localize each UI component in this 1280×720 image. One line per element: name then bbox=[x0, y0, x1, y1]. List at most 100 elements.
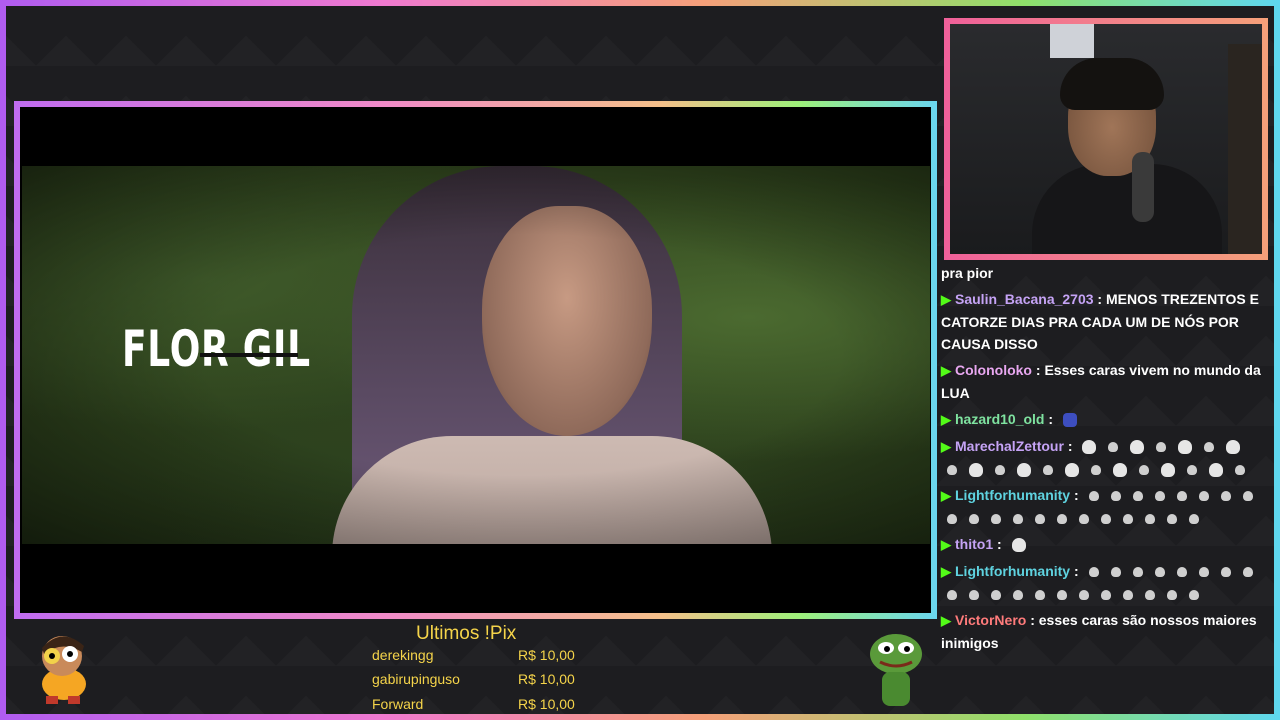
chat-message: ▶ MarechalZettour : bbox=[941, 435, 1261, 480]
emote-icon bbox=[1209, 463, 1223, 478]
emote-icon bbox=[1065, 463, 1079, 478]
emote-icon bbox=[1176, 567, 1187, 578]
emote-icon bbox=[1079, 514, 1089, 525]
chat-username[interactable]: VictorNero bbox=[955, 612, 1026, 628]
emote-icon bbox=[1242, 491, 1253, 502]
emote-icon bbox=[1204, 442, 1215, 453]
emote-icon bbox=[1198, 567, 1209, 578]
emote-icon bbox=[1139, 465, 1149, 476]
chat-message-text: : bbox=[1067, 438, 1073, 454]
kick-badge-icon: ▶ bbox=[941, 439, 951, 454]
chat-message-text: : bbox=[1074, 487, 1079, 503]
emote-icon bbox=[1132, 567, 1143, 578]
chat-message: ▶ thito1 : bbox=[941, 533, 1261, 556]
emote-icon bbox=[1110, 491, 1121, 502]
chat-message-text: : bbox=[1048, 411, 1054, 427]
emote-icon bbox=[1088, 567, 1099, 578]
emote-icon bbox=[1167, 514, 1177, 525]
chat-message-text: : bbox=[1074, 563, 1079, 579]
emote-icon bbox=[969, 514, 979, 525]
streamer-hair bbox=[1060, 58, 1164, 110]
emote-icon bbox=[1226, 440, 1241, 455]
emote-icon bbox=[1242, 567, 1253, 578]
chat-message-text: pra pior bbox=[941, 265, 994, 281]
emote-icon bbox=[1079, 590, 1089, 601]
chat-message: ▶ VictorNero : esses caras são nossos mai… bbox=[941, 609, 1261, 654]
emote-icon bbox=[1123, 590, 1133, 601]
emote-icon bbox=[1017, 463, 1031, 478]
emote-icon bbox=[1161, 463, 1175, 478]
kick-badge-icon: ▶ bbox=[941, 488, 951, 503]
emote-icon bbox=[1154, 491, 1165, 502]
emote-icon bbox=[1088, 491, 1099, 502]
kick-badge-icon: ▶ bbox=[941, 363, 951, 378]
emote-icon bbox=[1013, 514, 1023, 525]
emote-icon bbox=[995, 465, 1005, 476]
emote-icon bbox=[1013, 590, 1023, 601]
emote-icon bbox=[1113, 463, 1127, 478]
chat-message-text: : bbox=[997, 536, 1002, 552]
emote-icon bbox=[1189, 514, 1199, 525]
emote-icon bbox=[1178, 440, 1193, 455]
emote-icon bbox=[1082, 440, 1097, 455]
emote-icon bbox=[947, 590, 957, 601]
chat-message: ▶ Lightforhumanity : bbox=[941, 560, 1261, 605]
pix-donor-name: derekingg bbox=[372, 647, 434, 663]
emote-icon bbox=[1110, 567, 1121, 578]
emote-icon bbox=[1156, 442, 1167, 453]
chat-username[interactable]: Saulin_Bacana_2703 bbox=[955, 291, 1094, 307]
video-overlay-title: FLOR GIL bbox=[122, 320, 311, 378]
chat-username[interactable]: Lightforhumanity bbox=[955, 563, 1070, 579]
kick-badge-icon: ▶ bbox=[941, 412, 951, 427]
chat-username[interactable]: Lightforhumanity bbox=[955, 487, 1070, 503]
emote-icon bbox=[1145, 514, 1155, 525]
chat-message: pra pior bbox=[941, 262, 1261, 284]
emote-icon bbox=[991, 514, 1001, 525]
chat-message: ▶ hazard10_old : bbox=[941, 408, 1261, 431]
chat-message: ▶ Saulin_Bacana_2703 : MENOS TREZENTOS E … bbox=[941, 288, 1261, 355]
kick-badge-icon: ▶ bbox=[941, 613, 951, 628]
emote-icon bbox=[1101, 590, 1111, 601]
emote-icon bbox=[1035, 514, 1045, 525]
kick-badge-icon: ▶ bbox=[941, 292, 951, 307]
kick-badge-icon: ▶ bbox=[941, 537, 951, 552]
chat-username[interactable]: thito1 bbox=[955, 536, 993, 552]
emote-icon bbox=[1011, 538, 1026, 553]
emote-icon bbox=[1091, 465, 1101, 476]
emote-icon bbox=[1062, 413, 1077, 428]
chat-username[interactable]: Colonoloko bbox=[955, 362, 1032, 378]
pepe-frog-icon bbox=[870, 634, 922, 706]
webcam-background-box bbox=[1050, 24, 1094, 58]
title-underline bbox=[200, 353, 298, 357]
pix-amount: R$ 10,00 bbox=[518, 696, 575, 712]
emote-icon bbox=[1198, 491, 1209, 502]
webcam-shelf bbox=[1228, 44, 1262, 254]
emote-icon bbox=[1101, 514, 1111, 525]
emote-icon bbox=[1176, 491, 1187, 502]
emote-icon bbox=[969, 590, 979, 601]
emote-icon bbox=[969, 463, 983, 478]
emote-icon bbox=[1154, 567, 1165, 578]
emote-icon bbox=[1057, 514, 1067, 525]
chat-message: ▶ Lightforhumanity : bbox=[941, 484, 1261, 529]
chat-panel: pra pior ▶ Saulin_Bacana_2703 : MENOS TRE… bbox=[941, 262, 1261, 658]
pix-title: Ultimos !Pix bbox=[416, 623, 517, 644]
pix-amount: R$ 10,00 bbox=[518, 647, 575, 663]
emote-icon bbox=[947, 514, 957, 525]
emote-icon bbox=[1043, 465, 1053, 476]
emote-icon bbox=[1035, 590, 1045, 601]
chat-message: ▶ Colonoloko : Esses caras vivem no mundo… bbox=[941, 359, 1261, 404]
emote-icon bbox=[1189, 590, 1199, 601]
emote-icon bbox=[991, 590, 1001, 601]
emote-icon bbox=[1130, 440, 1145, 455]
chat-username[interactable]: hazard10_old bbox=[955, 411, 1044, 427]
pix-donor-name: gabirupinguso bbox=[372, 671, 460, 687]
chat-username[interactable]: MarechalZettour bbox=[955, 438, 1064, 454]
emote-icon bbox=[1132, 491, 1143, 502]
emote-icon bbox=[1187, 465, 1197, 476]
emote-icon bbox=[1145, 590, 1155, 601]
emote-icon bbox=[1235, 465, 1245, 476]
cartoon-mascot-icon bbox=[42, 636, 86, 704]
streamer-body bbox=[1032, 164, 1222, 254]
webcam-feed bbox=[950, 24, 1262, 254]
